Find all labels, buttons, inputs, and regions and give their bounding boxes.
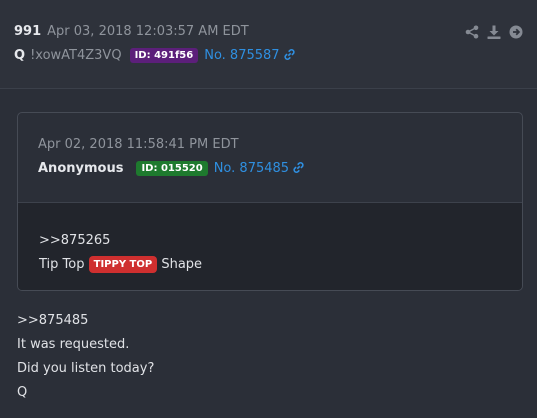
post-meta-row: 991 Apr 03, 2018 12:03:57 AM EDT	[14, 24, 249, 39]
quoted-text-before: Tip Top	[39, 257, 85, 272]
quoted-id-badge: ID: 015520	[136, 161, 208, 176]
reply-ref[interactable]: >>875485	[17, 309, 154, 333]
quoted-post-link[interactable]: No. 875485	[214, 161, 289, 176]
quoted-post-body: >>875265 Tip Top TIPPY TOP Shape	[18, 202, 522, 290]
quoted-text-after: Shape	[161, 257, 203, 272]
link-icon[interactable]	[283, 48, 296, 65]
tripcode: !xowAT4Z3VQ	[30, 48, 122, 63]
quoted-reply-ref[interactable]: >>875265	[39, 229, 522, 253]
share-icon[interactable]	[465, 25, 479, 39]
post-date: Apr 03, 2018 12:03:57 AM EDT	[47, 24, 249, 39]
post-number: 991	[14, 24, 42, 39]
quoted-post-header: Apr 02, 2018 11:58:41 PM EDT Anonymous ID…	[18, 113, 522, 202]
link-icon[interactable]	[292, 161, 305, 178]
post-actions	[465, 25, 523, 39]
tippy-top-tag: TIPPY TOP	[88, 256, 158, 273]
post-author-row: Q !xowAT4Z3VQ ID: 491f56 No. 875587	[14, 48, 296, 65]
post-body: >>875485 It was requested. Did you liste…	[17, 309, 154, 405]
body-line: Did you listen today?	[17, 361, 155, 376]
post-page: { "post": { "number": "991", "date": "Ap…	[0, 0, 537, 418]
download-icon[interactable]	[487, 25, 501, 39]
body-line: It was requested.	[17, 337, 130, 352]
id-badge: ID: 491f56	[129, 48, 199, 63]
quoted-text-line: Tip Top TIPPY TOP Shape	[39, 253, 522, 277]
quoted-post-date: Apr 02, 2018 11:58:41 PM EDT	[38, 137, 239, 152]
quoted-author-row: Anonymous ID: 015520 No. 875485	[38, 161, 305, 178]
author-name: Q	[14, 48, 26, 63]
quoted-post-card: Apr 02, 2018 11:58:41 PM EDT Anonymous ID…	[17, 112, 523, 291]
body-signature: Q	[17, 385, 28, 400]
post-link[interactable]: No. 875587	[204, 48, 279, 63]
post-header: 991 Apr 03, 2018 12:03:57 AM EDT Q !xowAT4…	[0, 0, 537, 89]
quoted-author-name: Anonymous	[38, 161, 124, 176]
go-icon[interactable]	[509, 25, 523, 39]
